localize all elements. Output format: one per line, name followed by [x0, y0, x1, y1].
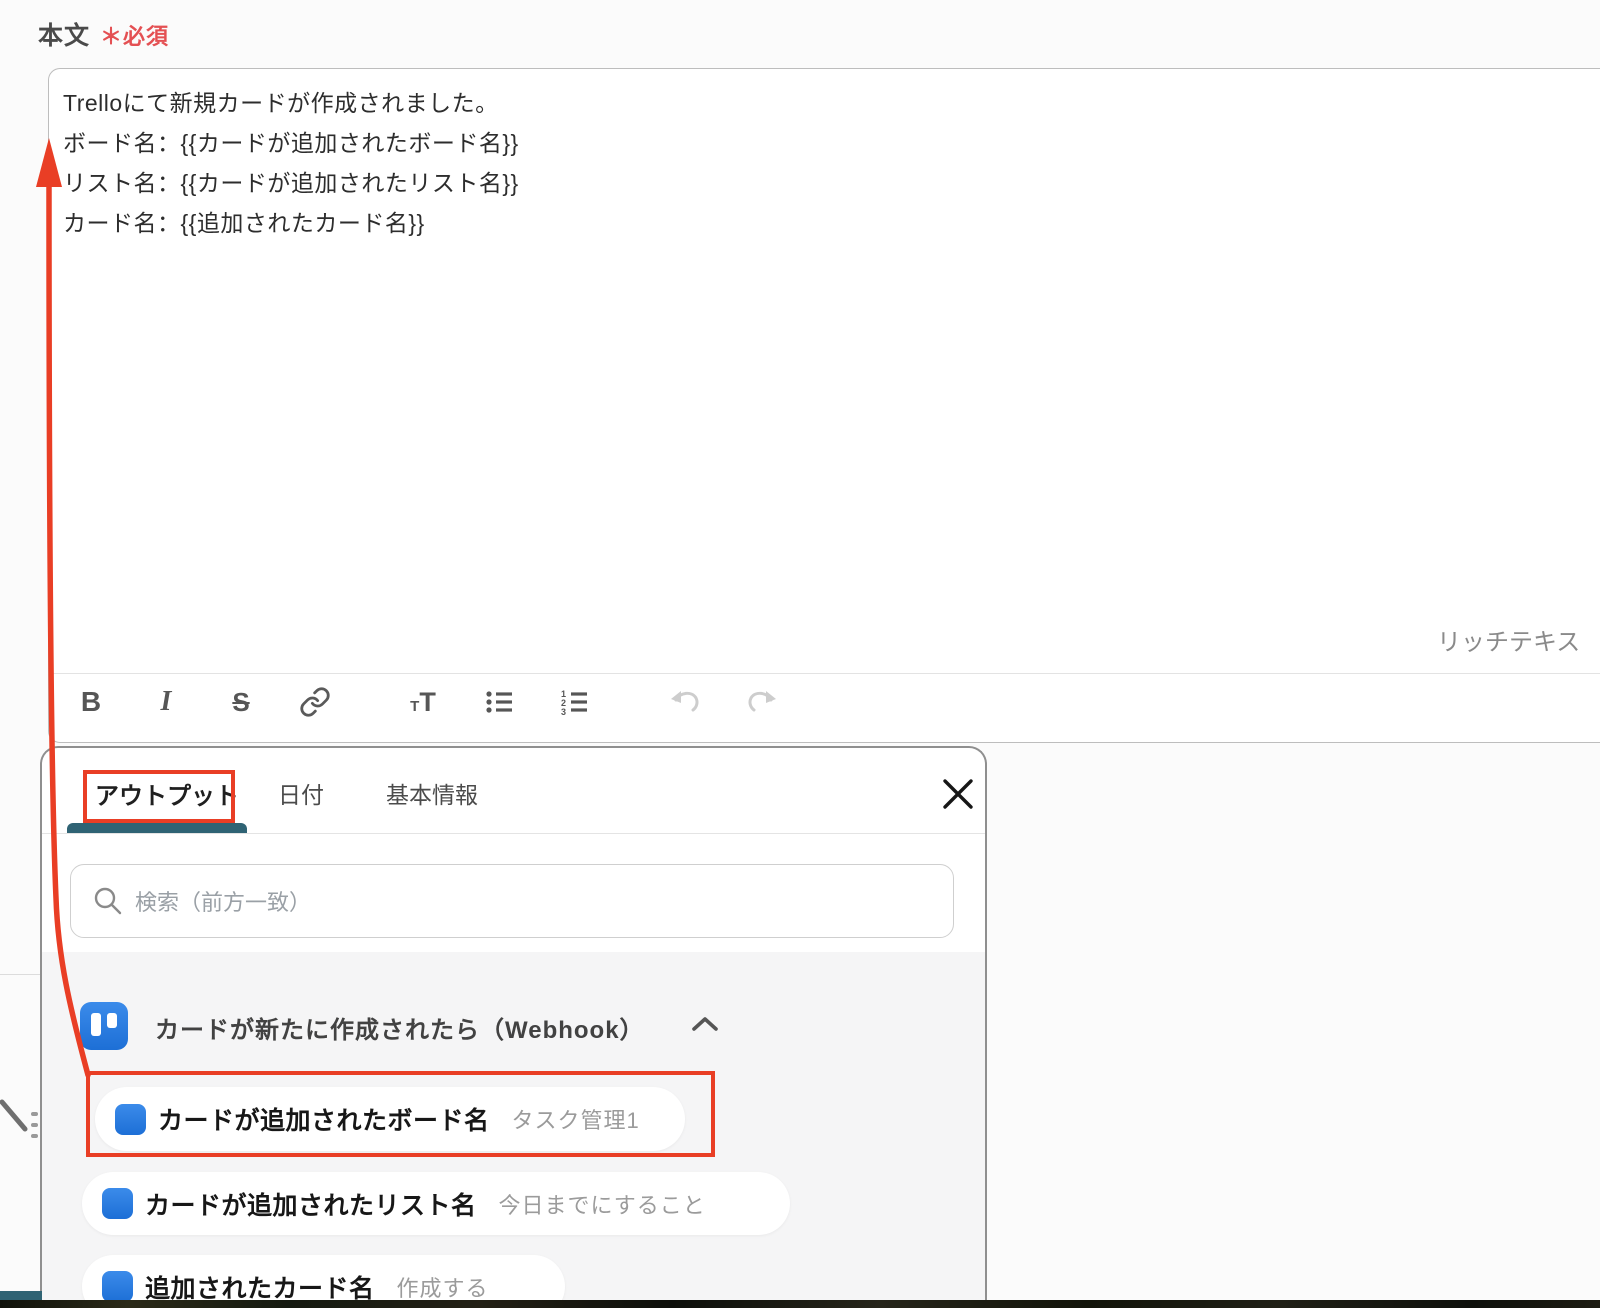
search-placeholder: 検索（前方一致）: [135, 890, 312, 915]
redo-icon: [748, 691, 776, 712]
italic-button[interactable]: I: [144, 679, 188, 725]
background-divider: [0, 974, 42, 975]
background-fragment: [31, 1112, 38, 1116]
output-item-value: 今日までにすること: [498, 1192, 706, 1218]
trello-app-icon: [80, 1002, 128, 1050]
output-item-label: カードが追加されたボード名: [158, 1107, 490, 1135]
toolbar-divider: [49, 673, 1600, 674]
output-item-list-name[interactable]: カードが追加されたリスト名 今日までにすること: [82, 1172, 790, 1235]
page: 本文 ＊必須 Trelloにて新規カードが作成されました。 ボード名：{{カードが追…: [0, 0, 1600, 1308]
numbered-list-button[interactable]: 1 2 3: [552, 679, 596, 725]
strikethrough-button[interactable]: S: [219, 679, 263, 725]
field-label-text: 本文: [38, 22, 91, 50]
search-input[interactable]: 検索（前方一致）: [70, 864, 954, 938]
italic-icon: I: [160, 686, 172, 717]
bullet-list-icon: [486, 691, 512, 713]
editor-text[interactable]: Trelloにて新規カードが作成されました。 ボード名：{{カードが追加されたボー…: [63, 83, 519, 243]
editor-line: カード名：{{追加されたカード名}}: [63, 210, 425, 236]
bold-icon: B: [80, 686, 102, 717]
undo-icon: [671, 691, 699, 712]
tabs-divider: [42, 833, 985, 834]
text-size-icon: TT: [410, 686, 436, 717]
variable-picker-popup: アウトプット 日付 基本情報 検索（前方一致） カードが新たに作成されたら（We…: [40, 746, 987, 1308]
output-item-label: カードが追加されたリスト名: [145, 1191, 477, 1220]
trello-icon: [115, 1103, 146, 1135]
bullet-list-button[interactable]: [477, 679, 521, 725]
close-icon: [943, 779, 973, 809]
strikethrough-icon: S: [232, 686, 250, 717]
tab-output[interactable]: アウトプット: [95, 776, 239, 811]
tab-basic-info[interactable]: 基本情報: [386, 776, 478, 810]
background-fragment: [31, 1134, 38, 1138]
trigger-section-title: カードが新たに作成されたら（Webhook）: [155, 1017, 645, 1044]
background-chevron-icon: [0, 1099, 28, 1132]
redo-button[interactable]: [739, 679, 783, 725]
bold-button[interactable]: B: [69, 679, 113, 725]
numbered-list-icon: 1 2 3: [561, 689, 587, 717]
active-tab-underline: [67, 823, 247, 833]
svg-text:3: 3: [561, 707, 566, 717]
link-icon: [300, 687, 330, 717]
trello-icon: [102, 1188, 133, 1219]
required-badge: ＊必須: [100, 24, 170, 49]
undo-button[interactable]: [664, 679, 708, 725]
editor-line: Trelloにて新規カードが作成されました。: [63, 90, 499, 116]
text-size-button[interactable]: TT: [401, 679, 445, 725]
tab-date[interactable]: 日付: [278, 776, 324, 810]
trello-icon: [102, 1271, 133, 1302]
editor-line: リスト名：{{カードが追加されたリスト名}}: [63, 170, 519, 196]
body-editor[interactable]: Trelloにて新規カードが作成されました。 ボード名：{{カードが追加されたボー…: [48, 68, 1600, 743]
editor-line: ボード名：{{カードが追加されたボード名}}: [63, 130, 519, 156]
desktop-wallpaper-strip: [0, 1300, 1600, 1308]
output-item-value: タスク管理1: [511, 1108, 640, 1133]
rich-text-mode-label[interactable]: リッチテキス: [1437, 622, 1580, 657]
link-button[interactable]: [293, 679, 337, 725]
collapse-section-button[interactable]: [690, 1012, 720, 1038]
field-label: 本文 ＊必須: [38, 16, 169, 52]
output-item-value: 作成する: [396, 1275, 489, 1301]
search-icon: [94, 887, 122, 915]
chevron-up-icon: [692, 1017, 718, 1031]
close-button[interactable]: [940, 776, 976, 812]
background-fragment: [31, 1123, 38, 1127]
output-item-board-name[interactable]: カードが追加されたボード名 タスク管理1: [95, 1087, 685, 1151]
